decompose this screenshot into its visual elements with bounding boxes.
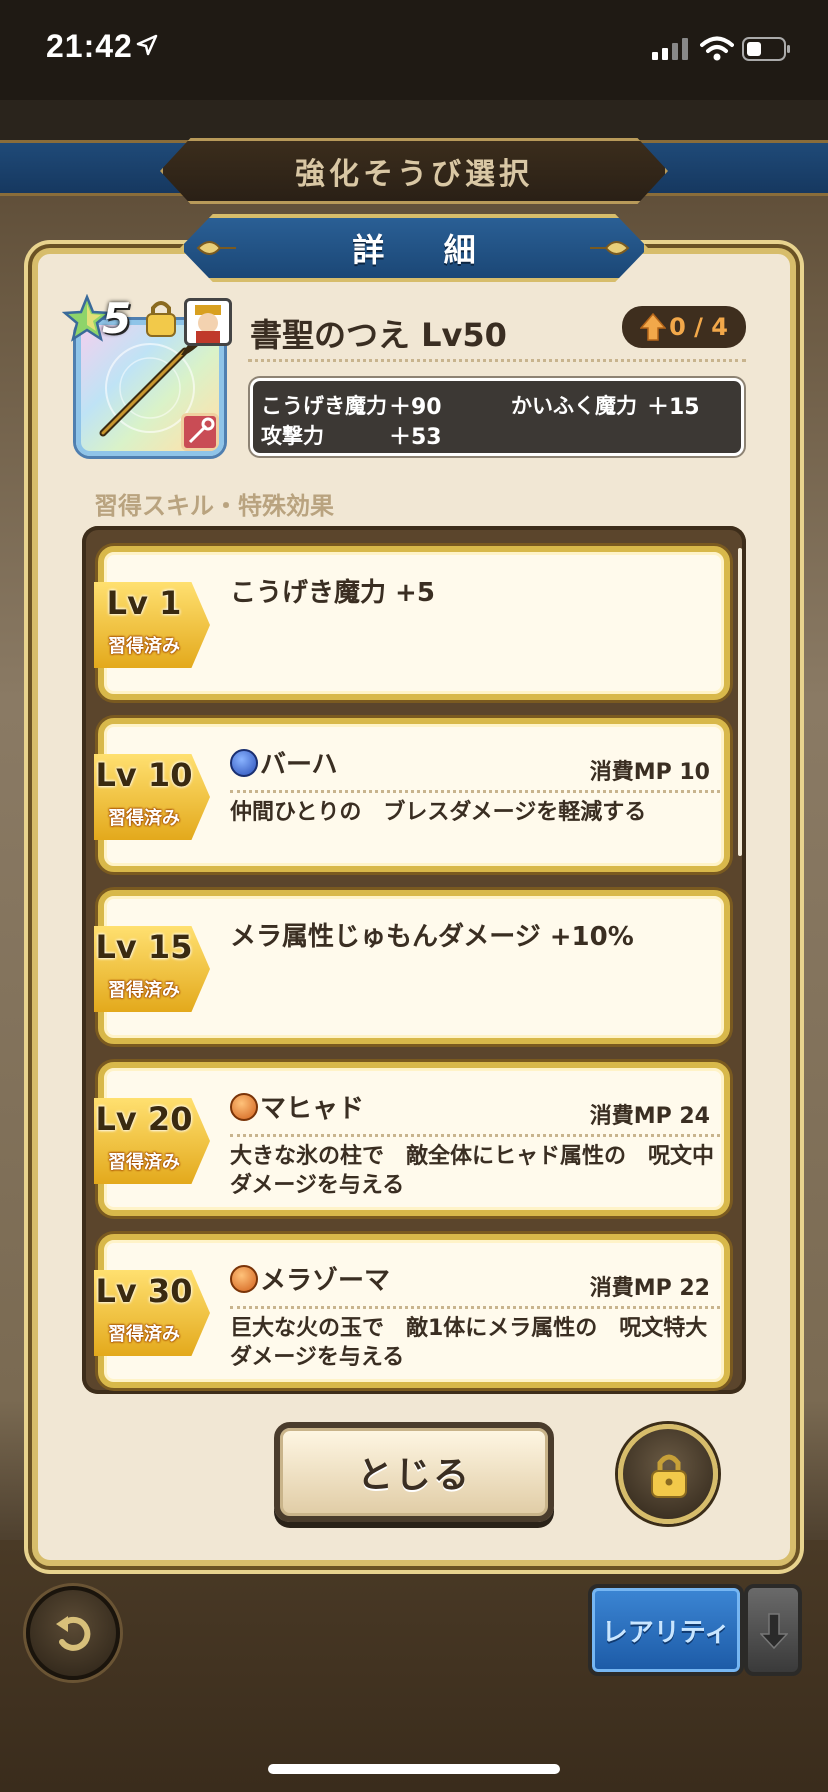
skill-list[interactable]: Lv 1 習得済み こうげき魔力 +5 Lv 10 習得済み バーハ 消費MP … bbox=[82, 526, 746, 1394]
back-arrow-icon bbox=[56, 1616, 91, 1651]
level-text: Lv 20 bbox=[95, 1100, 193, 1138]
skill-name-row: メラゾーマ bbox=[230, 1260, 390, 1297]
learned-status: 習得済み bbox=[108, 808, 180, 829]
dialog-title: 詳 細 bbox=[352, 231, 500, 269]
learned-status: 習得済み bbox=[108, 1324, 180, 1345]
stat-value: ＋53 bbox=[389, 425, 442, 450]
location-arrow-icon bbox=[136, 34, 158, 56]
list-item: Lv 30 習得済み メラゾーマ 消費MP 22 巨大な火の玉で 敵1体にメラ属… bbox=[94, 1234, 730, 1388]
upgrade-count: 0 / 4 bbox=[669, 313, 728, 341]
skill-description: 大きな氷の柱で 敵全体にヒャド属性の 呪文中ダメージを与える bbox=[230, 1144, 715, 1198]
rarity-count: 5 bbox=[102, 294, 132, 343]
learned-status: 習得済み bbox=[108, 980, 180, 1001]
stat-value: ＋90 bbox=[389, 395, 442, 420]
rarity-sort-button[interactable]: レアリティ bbox=[588, 1584, 744, 1676]
stat-label: 攻撃力 bbox=[261, 424, 324, 448]
level-tag: Lv 15 習得済み bbox=[94, 926, 210, 1012]
wifi-icon bbox=[700, 36, 734, 61]
screen-title: 強化そうび選択 bbox=[295, 157, 533, 192]
upgrade-badge: 0 / 4 bbox=[622, 306, 746, 348]
back-button[interactable] bbox=[26, 1586, 120, 1680]
mp-cost: 消費MP 22 bbox=[589, 1276, 710, 1301]
fleur-ornament-icon bbox=[196, 241, 236, 255]
stat-value: ＋15 bbox=[647, 395, 700, 420]
fleur-ornament-icon bbox=[590, 241, 630, 255]
up-arrow-icon bbox=[640, 312, 666, 341]
signal-icon bbox=[652, 38, 688, 60]
element-icon bbox=[230, 749, 258, 777]
list-item: Lv 15 習得済み メラ属性じゅもんダメージ +10% bbox=[94, 890, 730, 1044]
rarity-sort-label: レアリティ bbox=[601, 1617, 731, 1648]
list-item: Lv 1 習得済み こうげき魔力 +5 bbox=[94, 546, 730, 700]
dialog-header: 詳 細 bbox=[180, 214, 648, 282]
element-icon bbox=[230, 1265, 258, 1293]
section-label: 習得スキル・特殊効果 bbox=[94, 492, 334, 520]
equipment-name: 書聖のつえ Lv50 bbox=[250, 316, 507, 354]
skill-name: こうげき魔力 +5 bbox=[230, 578, 435, 608]
element-icon bbox=[230, 1093, 258, 1121]
lock-icon bbox=[651, 1454, 687, 1498]
stats-box: こうげき魔力 ＋90 かいふく魔力 ＋15 攻撃力 ＋53 bbox=[250, 378, 744, 456]
stat-label: こうげき魔力 bbox=[261, 394, 387, 418]
skill-description: 仲間ひとりの ブレスダメージを軽減する bbox=[230, 800, 647, 825]
level-text: Lv 15 bbox=[95, 928, 193, 966]
home-indicator[interactable] bbox=[268, 1764, 560, 1774]
learned-status: 習得済み bbox=[108, 636, 180, 657]
level-tag: Lv 30 習得済み bbox=[94, 1270, 210, 1356]
lock-button[interactable] bbox=[618, 1424, 718, 1524]
skill-name: バーハ bbox=[260, 750, 338, 780]
list-item: Lv 20 習得済み マヒャド 消費MP 24 大きな氷の柱で 敵全体にヒャド属… bbox=[94, 1062, 730, 1216]
mp-cost: 消費MP 24 bbox=[589, 1104, 710, 1129]
level-text: Lv 1 bbox=[106, 584, 182, 622]
stat-label: かいふく魔力 bbox=[511, 394, 637, 418]
skill-name: メラゾーマ bbox=[260, 1266, 391, 1296]
list-item: Lv 10 習得済み バーハ 消費MP 10 仲間ひとりの ブレスダメージを軽減… bbox=[94, 718, 730, 872]
close-button-label: とじる bbox=[356, 1455, 471, 1496]
level-tag: Lv 10 習得済み bbox=[94, 754, 210, 840]
battery-icon bbox=[742, 37, 790, 61]
divider bbox=[230, 1134, 720, 1137]
character-avatar bbox=[184, 298, 232, 346]
level-text: Lv 30 bbox=[95, 1272, 193, 1310]
close-button[interactable]: とじる bbox=[274, 1422, 554, 1522]
skill-name: マヒャド bbox=[260, 1094, 365, 1124]
mp-cost: 消費MP 10 bbox=[589, 760, 710, 785]
sort-order-button[interactable] bbox=[744, 1584, 802, 1676]
skill-name: メラ属性じゅもんダメージ +10% bbox=[230, 922, 634, 952]
status-time: 21:42 bbox=[46, 28, 133, 64]
divider bbox=[248, 359, 746, 362]
level-tag: Lv 20 習得済み bbox=[94, 1098, 210, 1184]
status-bar: 21:42 bbox=[0, 0, 828, 100]
skill-name-row: バーハ bbox=[230, 744, 337, 781]
lock-icon bbox=[146, 301, 176, 337]
skill-description: 巨大な火の玉で 敵1体にメラ属性の 呪文特大ダメージを与える bbox=[230, 1316, 708, 1370]
level-tag: Lv 1 習得済み bbox=[94, 582, 210, 668]
scrollbar[interactable] bbox=[738, 548, 742, 856]
level-text: Lv 10 bbox=[95, 756, 193, 794]
weapon-type-icon bbox=[181, 413, 219, 451]
divider bbox=[230, 790, 720, 793]
learned-status: 習得済み bbox=[108, 1152, 180, 1173]
down-arrow-icon bbox=[760, 1613, 788, 1650]
divider bbox=[230, 1306, 720, 1309]
screen-title-plate: 強化そうび選択 bbox=[160, 138, 668, 204]
skill-name-row: マヒャド bbox=[230, 1088, 364, 1125]
